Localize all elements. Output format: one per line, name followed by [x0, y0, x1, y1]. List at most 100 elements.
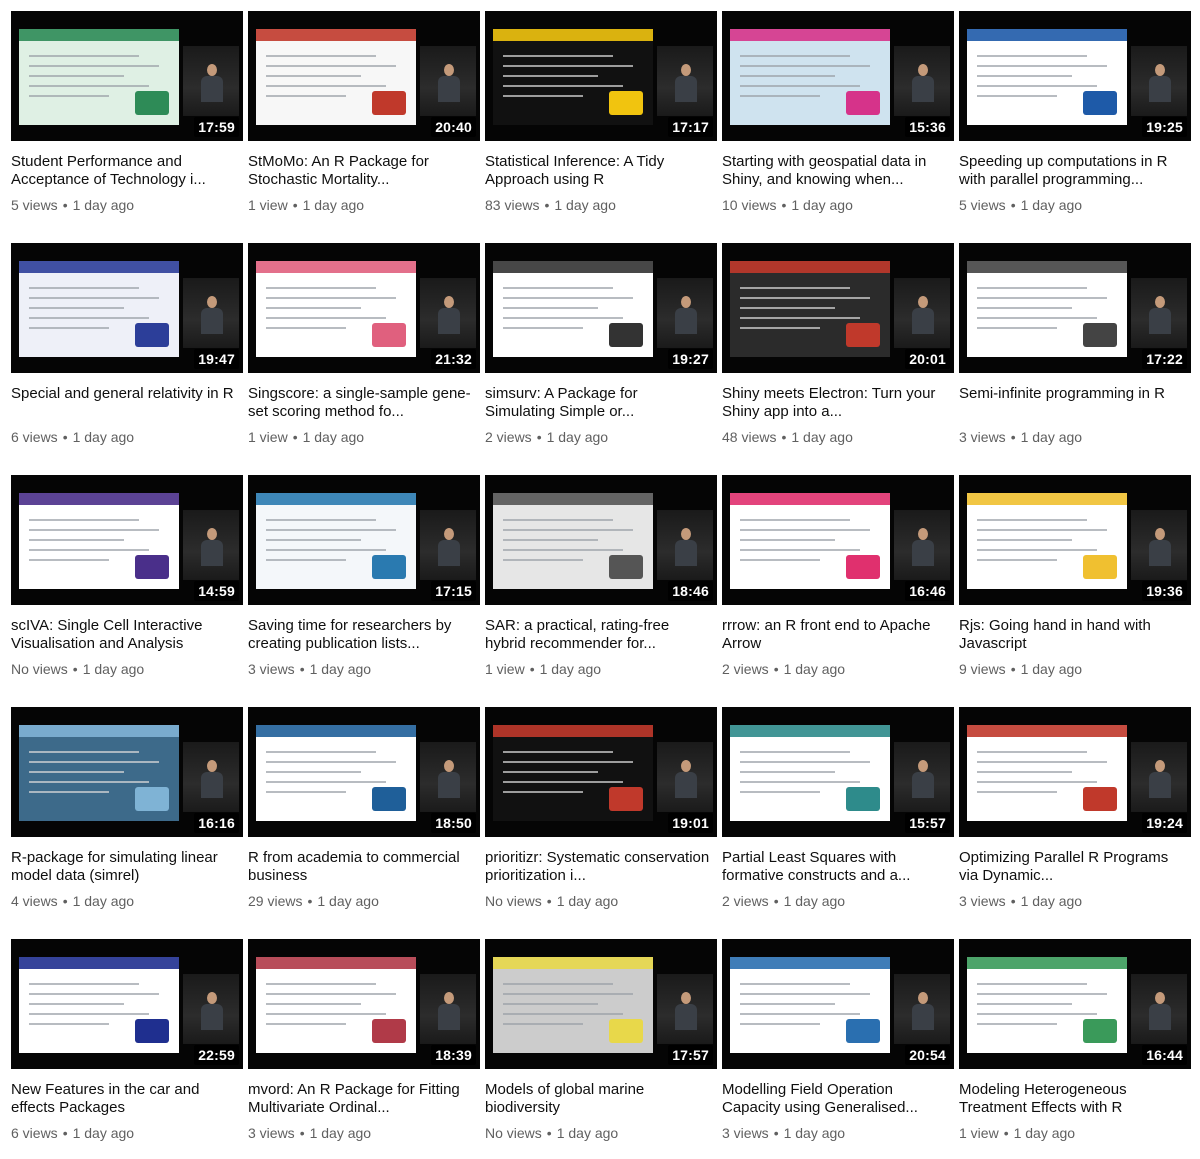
- video-title[interactable]: Student Performance and Acceptance of Te…: [11, 153, 243, 189]
- video-card[interactable]: 15:57 Partial Least Squares with formati…: [722, 707, 954, 927]
- video-thumbnail[interactable]: 16:16: [11, 707, 243, 837]
- video-title[interactable]: Starting with geospatial data in Shiny, …: [722, 153, 954, 189]
- video-card[interactable]: 15:36 Starting with geospatial data in S…: [722, 11, 954, 231]
- slide-header-bar: [967, 261, 1127, 273]
- video-thumbnail[interactable]: 18:46: [485, 475, 717, 605]
- video-card[interactable]: 19:25 Speeding up computations in R with…: [959, 11, 1191, 231]
- video-card[interactable]: 17:22 Semi-infinite programming in R 3 v…: [959, 243, 1191, 463]
- video-card[interactable]: 17:57 Models of global marine biodiversi…: [485, 939, 717, 1159]
- video-card[interactable]: 20:54 Modelling Field Operation Capacity…: [722, 939, 954, 1159]
- video-title[interactable]: Special and general relativity in R: [11, 385, 243, 421]
- video-title[interactable]: mvord: An R Package for Fitting Multivar…: [248, 1081, 480, 1117]
- video-card[interactable]: 16:46 rrrow: an R front end to Apache Ar…: [722, 475, 954, 695]
- video-meta: 3 views • 1 day ago: [722, 1125, 954, 1141]
- video-thumbnail[interactable]: 18:39: [248, 939, 480, 1069]
- slide-preview: [19, 725, 179, 821]
- video-title[interactable]: rrrow: an R front end to Apache Arrow: [722, 617, 954, 653]
- video-thumbnail[interactable]: 17:57: [485, 939, 717, 1069]
- video-card[interactable]: 19:47 Special and general relativity in …: [11, 243, 243, 463]
- video-card[interactable]: 17:59 Student Performance and Acceptance…: [11, 11, 243, 231]
- video-thumbnail[interactable]: 15:36: [722, 11, 954, 141]
- video-title[interactable]: R-package for simulating linear model da…: [11, 849, 243, 885]
- view-count: 1 view: [959, 1125, 999, 1141]
- video-thumbnail[interactable]: 16:46: [722, 475, 954, 605]
- video-card[interactable]: 17:15 Saving time for researchers by cre…: [248, 475, 480, 695]
- upload-age: 1 day ago: [72, 197, 135, 213]
- view-count: 10 views: [722, 197, 777, 213]
- video-title[interactable]: Modelling Field Operation Capacity using…: [722, 1081, 954, 1117]
- video-card[interactable]: 16:44 Modeling Heterogeneous Treatment E…: [959, 939, 1191, 1159]
- slide-header-bar: [967, 493, 1127, 505]
- video-thumbnail[interactable]: 18:50: [248, 707, 480, 837]
- video-thumbnail[interactable]: 19:25: [959, 11, 1191, 141]
- video-title[interactable]: prioritizr: Systematic conservation prio…: [485, 849, 717, 885]
- duration-badge: 14:59: [194, 581, 239, 601]
- video-title[interactable]: StMoMo: An R Package for Stochastic Mort…: [248, 153, 480, 189]
- video-card[interactable]: 19:36 Rjs: Going hand in hand with Javas…: [959, 475, 1191, 695]
- video-thumbnail[interactable]: 19:47: [11, 243, 243, 373]
- video-title[interactable]: Statistical Inference: A Tidy Approach u…: [485, 153, 717, 189]
- speaker-inset: [894, 510, 950, 580]
- upload-age: 1 day ago: [556, 893, 619, 909]
- video-thumbnail[interactable]: 20:40: [248, 11, 480, 141]
- meta-separator: •: [1003, 1125, 1009, 1141]
- video-thumbnail[interactable]: 19:27: [485, 243, 717, 373]
- video-card[interactable]: 21:32 Singscore: a single-sample gene-se…: [248, 243, 480, 463]
- video-title[interactable]: Partial Least Squares with formative con…: [722, 849, 954, 885]
- video-thumbnail[interactable]: 16:44: [959, 939, 1191, 1069]
- video-card[interactable]: 22:59 New Features in the car and effect…: [11, 939, 243, 1159]
- video-card[interactable]: 20:40 StMoMo: An R Package for Stochasti…: [248, 11, 480, 231]
- video-thumbnail[interactable]: 19:01: [485, 707, 717, 837]
- video-thumbnail[interactable]: 15:57: [722, 707, 954, 837]
- upload-age: 1 day ago: [302, 197, 365, 213]
- video-title[interactable]: R from academia to commercial business: [248, 849, 480, 885]
- video-thumbnail[interactable]: 17:59: [11, 11, 243, 141]
- video-card[interactable]: 16:16 R-package for simulating linear mo…: [11, 707, 243, 927]
- video-title[interactable]: Saving time for researchers by creating …: [248, 617, 480, 653]
- duration-badge: 19:47: [194, 349, 239, 369]
- view-count: 6 views: [11, 1125, 58, 1141]
- duration-badge: 16:46: [905, 581, 950, 601]
- video-thumbnail[interactable]: 17:15: [248, 475, 480, 605]
- meta-separator: •: [529, 661, 535, 677]
- slide-graphic: [135, 787, 169, 811]
- video-title[interactable]: Modeling Heterogeneous Treatment Effects…: [959, 1081, 1191, 1117]
- video-title[interactable]: Rjs: Going hand in hand with Javascript: [959, 617, 1191, 653]
- meta-separator: •: [299, 1125, 305, 1141]
- video-title[interactable]: Semi-infinite programming in R: [959, 385, 1191, 421]
- video-title[interactable]: simsurv: A Package for Simulating Simple…: [485, 385, 717, 421]
- video-card[interactable]: 19:01 prioritizr: Systematic conservatio…: [485, 707, 717, 927]
- video-title[interactable]: Singscore: a single-sample gene-set scor…: [248, 385, 480, 421]
- video-title[interactable]: scIVA: Single Cell Interactive Visualisa…: [11, 617, 243, 653]
- video-title[interactable]: Shiny meets Electron: Turn your Shiny ap…: [722, 385, 954, 421]
- video-thumbnail[interactable]: 22:59: [11, 939, 243, 1069]
- slide-header-bar: [493, 957, 653, 969]
- slide-preview: [493, 261, 653, 357]
- video-thumbnail[interactable]: 20:01: [722, 243, 954, 373]
- duration-badge: 20:40: [431, 117, 476, 137]
- video-card[interactable]: 17:17 Statistical Inference: A Tidy Appr…: [485, 11, 717, 231]
- video-title[interactable]: Models of global marine biodiversity: [485, 1081, 717, 1117]
- video-thumbnail[interactable]: 19:24: [959, 707, 1191, 837]
- video-thumbnail[interactable]: 17:22: [959, 243, 1191, 373]
- video-card[interactable]: 18:50 R from academia to commercial busi…: [248, 707, 480, 927]
- speaker-inset: [894, 278, 950, 348]
- video-card[interactable]: 18:39 mvord: An R Package for Fitting Mu…: [248, 939, 480, 1159]
- speaker-inset: [420, 510, 476, 580]
- video-card[interactable]: 14:59 scIVA: Single Cell Interactive Vis…: [11, 475, 243, 695]
- video-thumbnail[interactable]: 17:17: [485, 11, 717, 141]
- video-thumbnail[interactable]: 21:32: [248, 243, 480, 373]
- upload-age: 1 day ago: [783, 661, 846, 677]
- video-card[interactable]: 19:24 Optimizing Parallel R Programs via…: [959, 707, 1191, 927]
- video-thumbnail[interactable]: 20:54: [722, 939, 954, 1069]
- video-card[interactable]: 18:46 SAR: a practical, rating-free hybr…: [485, 475, 717, 695]
- video-title[interactable]: Optimizing Parallel R Programs via Dynam…: [959, 849, 1191, 885]
- video-title[interactable]: Speeding up computations in R with paral…: [959, 153, 1191, 189]
- video-card[interactable]: 19:27 simsurv: A Package for Simulating …: [485, 243, 717, 463]
- video-thumbnail[interactable]: 14:59: [11, 475, 243, 605]
- meta-separator: •: [299, 661, 305, 677]
- video-thumbnail[interactable]: 19:36: [959, 475, 1191, 605]
- video-title[interactable]: New Features in the car and effects Pack…: [11, 1081, 243, 1117]
- video-title[interactable]: SAR: a practical, rating-free hybrid rec…: [485, 617, 717, 653]
- video-card[interactable]: 20:01 Shiny meets Electron: Turn your Sh…: [722, 243, 954, 463]
